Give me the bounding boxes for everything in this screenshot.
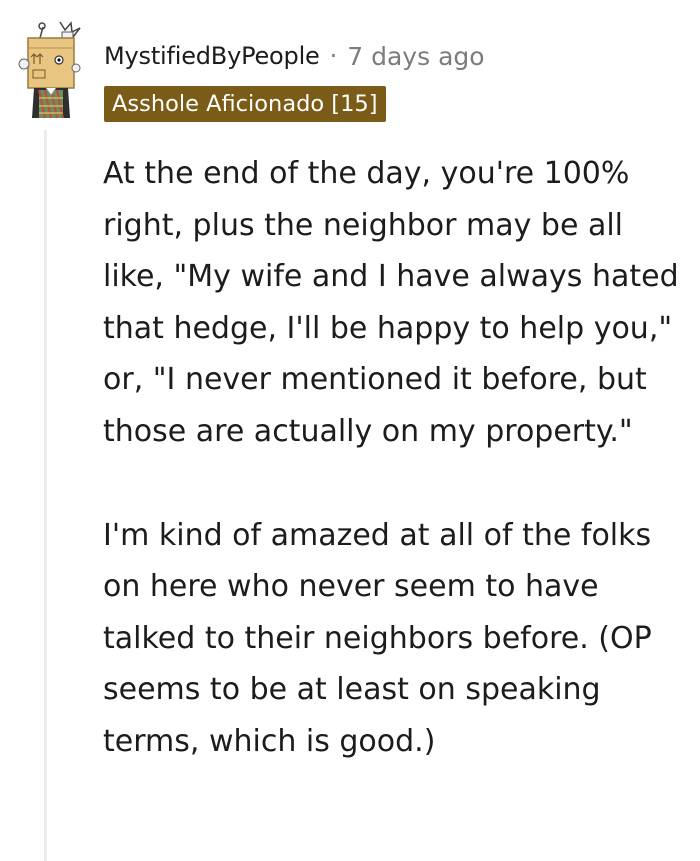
- timestamp-link[interactable]: 7 days ago: [347, 42, 484, 71]
- comment-paragraph: I'm kind of amazed at all of the folks o…: [103, 517, 652, 759]
- comment: MystifiedByPeople · 7 days ago Asshole A…: [0, 0, 700, 861]
- comment-header: MystifiedByPeople · 7 days ago: [104, 36, 485, 76]
- robot-box-avatar-icon[interactable]: [10, 18, 90, 120]
- thread-collapse-line[interactable]: [44, 130, 47, 861]
- meta-separator: ·: [329, 42, 338, 70]
- comment-paragraph: At the end of the day, you're 100% right…: [103, 156, 679, 449]
- username-link[interactable]: MystifiedByPeople: [104, 42, 320, 70]
- user-flair-badge: Asshole Aficionado [15]: [104, 86, 386, 122]
- comment-body: At the end of the day, you're 100% right…: [103, 148, 693, 768]
